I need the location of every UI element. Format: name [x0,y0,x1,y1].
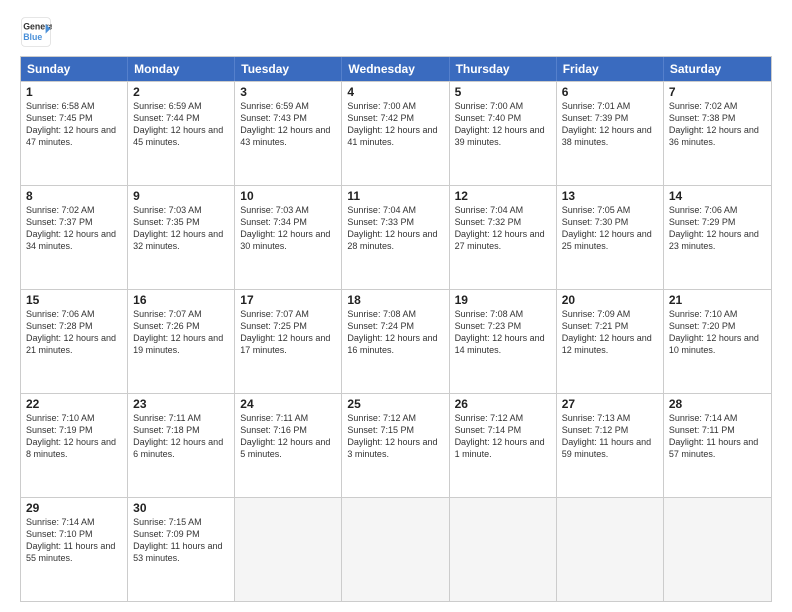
calendar-day-9: 9Sunrise: 7:03 AMSunset: 7:35 PMDaylight… [128,186,235,289]
calendar-day-23: 23Sunrise: 7:11 AMSunset: 7:18 PMDayligh… [128,394,235,497]
calendar-day-16: 16Sunrise: 7:07 AMSunset: 7:26 PMDayligh… [128,290,235,393]
calendar-day-17: 17Sunrise: 7:07 AMSunset: 7:25 PMDayligh… [235,290,342,393]
page: General Blue SundayMondayTuesdayWednesda… [0,0,792,612]
calendar-day-21: 21Sunrise: 7:10 AMSunset: 7:20 PMDayligh… [664,290,771,393]
logo: General Blue [20,16,52,48]
calendar: SundayMondayTuesdayWednesdayThursdayFrid… [20,56,772,602]
calendar-day-empty [235,498,342,601]
calendar-day-13: 13Sunrise: 7:05 AMSunset: 7:30 PMDayligh… [557,186,664,289]
day-header-tuesday: Tuesday [235,57,342,81]
day-header-saturday: Saturday [664,57,771,81]
calendar-day-14: 14Sunrise: 7:06 AMSunset: 7:29 PMDayligh… [664,186,771,289]
calendar-week-5: 29Sunrise: 7:14 AMSunset: 7:10 PMDayligh… [21,497,771,601]
calendar-day-24: 24Sunrise: 7:11 AMSunset: 7:16 PMDayligh… [235,394,342,497]
calendar-day-5: 5Sunrise: 7:00 AMSunset: 7:40 PMDaylight… [450,82,557,185]
day-header-monday: Monday [128,57,235,81]
calendar-body: 1Sunrise: 6:58 AMSunset: 7:45 PMDaylight… [21,81,771,601]
calendar-day-12: 12Sunrise: 7:04 AMSunset: 7:32 PMDayligh… [450,186,557,289]
calendar-day-20: 20Sunrise: 7:09 AMSunset: 7:21 PMDayligh… [557,290,664,393]
calendar-day-19: 19Sunrise: 7:08 AMSunset: 7:23 PMDayligh… [450,290,557,393]
calendar-day-30: 30Sunrise: 7:15 AMSunset: 7:09 PMDayligh… [128,498,235,601]
calendar-day-empty [557,498,664,601]
calendar-day-empty [342,498,449,601]
day-header-thursday: Thursday [450,57,557,81]
calendar-day-26: 26Sunrise: 7:12 AMSunset: 7:14 PMDayligh… [450,394,557,497]
calendar-day-29: 29Sunrise: 7:14 AMSunset: 7:10 PMDayligh… [21,498,128,601]
calendar-day-27: 27Sunrise: 7:13 AMSunset: 7:12 PMDayligh… [557,394,664,497]
calendar-week-4: 22Sunrise: 7:10 AMSunset: 7:19 PMDayligh… [21,393,771,497]
day-header-wednesday: Wednesday [342,57,449,81]
calendar-day-6: 6Sunrise: 7:01 AMSunset: 7:39 PMDaylight… [557,82,664,185]
svg-text:Blue: Blue [23,32,42,42]
calendar-day-22: 22Sunrise: 7:10 AMSunset: 7:19 PMDayligh… [21,394,128,497]
calendar-day-15: 15Sunrise: 7:06 AMSunset: 7:28 PMDayligh… [21,290,128,393]
header: General Blue [20,16,772,48]
calendar-day-1: 1Sunrise: 6:58 AMSunset: 7:45 PMDaylight… [21,82,128,185]
calendar-week-3: 15Sunrise: 7:06 AMSunset: 7:28 PMDayligh… [21,289,771,393]
day-header-friday: Friday [557,57,664,81]
calendar-week-2: 8Sunrise: 7:02 AMSunset: 7:37 PMDaylight… [21,185,771,289]
calendar-day-28: 28Sunrise: 7:14 AMSunset: 7:11 PMDayligh… [664,394,771,497]
calendar-day-empty [450,498,557,601]
calendar-day-18: 18Sunrise: 7:08 AMSunset: 7:24 PMDayligh… [342,290,449,393]
calendar-day-7: 7Sunrise: 7:02 AMSunset: 7:38 PMDaylight… [664,82,771,185]
calendar-day-4: 4Sunrise: 7:00 AMSunset: 7:42 PMDaylight… [342,82,449,185]
day-header-sunday: Sunday [21,57,128,81]
calendar-day-10: 10Sunrise: 7:03 AMSunset: 7:34 PMDayligh… [235,186,342,289]
calendar-day-empty [664,498,771,601]
logo-icon: General Blue [20,16,52,48]
calendar-header: SundayMondayTuesdayWednesdayThursdayFrid… [21,57,771,81]
calendar-week-1: 1Sunrise: 6:58 AMSunset: 7:45 PMDaylight… [21,81,771,185]
calendar-day-11: 11Sunrise: 7:04 AMSunset: 7:33 PMDayligh… [342,186,449,289]
calendar-day-25: 25Sunrise: 7:12 AMSunset: 7:15 PMDayligh… [342,394,449,497]
calendar-day-2: 2Sunrise: 6:59 AMSunset: 7:44 PMDaylight… [128,82,235,185]
calendar-day-8: 8Sunrise: 7:02 AMSunset: 7:37 PMDaylight… [21,186,128,289]
calendar-day-3: 3Sunrise: 6:59 AMSunset: 7:43 PMDaylight… [235,82,342,185]
